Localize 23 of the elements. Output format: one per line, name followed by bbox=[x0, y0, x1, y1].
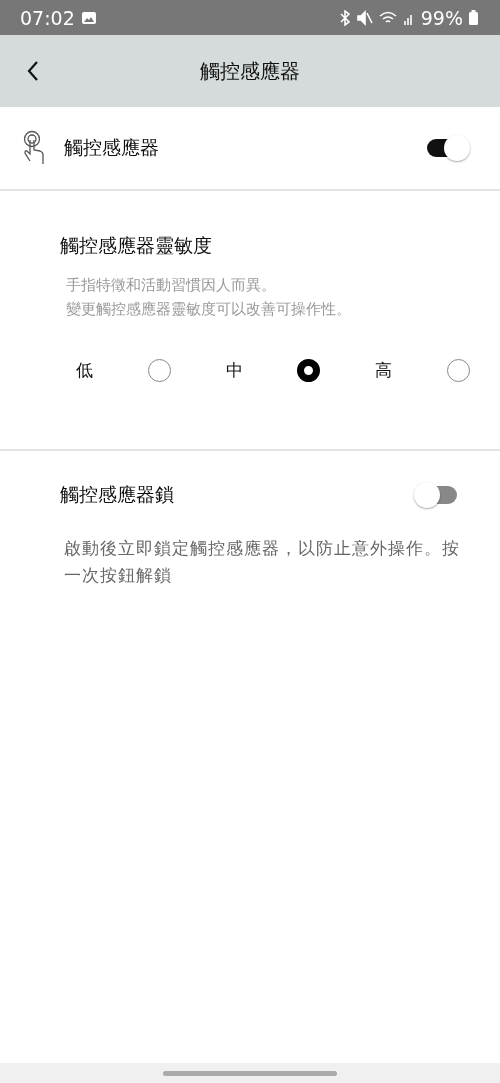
setting-label: 觸控感應器鎖 bbox=[60, 482, 174, 507]
description-text: 變更觸控感應器靈敏度可以改善可操作性。 bbox=[66, 299, 352, 320]
battery-percentage: 99% bbox=[420, 6, 463, 29]
option-label: 低 bbox=[76, 359, 93, 382]
wifi-icon bbox=[378, 10, 397, 25]
description-text: 手指特徵和活動習慣因人而異。 bbox=[66, 275, 277, 296]
back-icon[interactable] bbox=[26, 60, 40, 82]
option-label: 高 bbox=[375, 359, 393, 382]
setting-label: 觸控感應器 bbox=[64, 135, 159, 160]
image-icon bbox=[80, 10, 97, 25]
bluetooth-icon bbox=[338, 9, 351, 26]
description-text: 啟動後立即鎖定觸控感應器，以防止意外操作。按一次按鈕解鎖 bbox=[64, 537, 461, 587]
mute-icon bbox=[356, 9, 373, 26]
battery-icon bbox=[469, 10, 478, 25]
section-title: 觸控感應器靈敏度 bbox=[60, 233, 213, 258]
clock: 07:02 bbox=[20, 6, 75, 29]
touch-finger-icon bbox=[22, 130, 46, 166]
toggle-switch[interactable] bbox=[426, 134, 470, 162]
option-label: 中 bbox=[225, 359, 243, 382]
page-title: 觸控感應器 bbox=[199, 57, 301, 85]
radio-button[interactable] bbox=[297, 359, 321, 382]
toggle-switch[interactable] bbox=[414, 481, 458, 509]
home-handle[interactable] bbox=[163, 1070, 337, 1076]
